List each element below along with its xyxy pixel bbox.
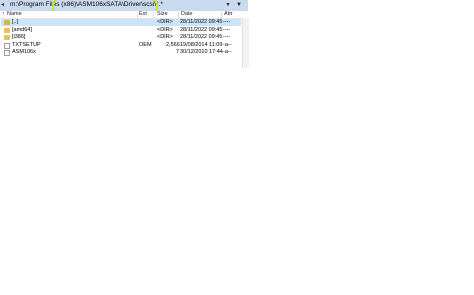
file-date: 30/12/2010 17:44 bbox=[180, 49, 223, 55]
file-attr: ---- bbox=[223, 27, 231, 33]
column-size[interactable]: Size bbox=[157, 11, 168, 18]
column-separator[interactable] bbox=[153, 12, 154, 18]
column-separator[interactable] bbox=[178, 12, 179, 18]
file-panel: ◂ m:\Program Files (x86)\ASM106xSATA\Dri… bbox=[0, 0, 249, 68]
arrow-left-icon: ◂ bbox=[1, 2, 5, 8]
file-name: TXTSETUP bbox=[12, 42, 41, 48]
file-row[interactable]: TXTSETUP OEM 2,566 19/08/2014 11:09 -a-- bbox=[1, 42, 241, 49]
column-name[interactable]: Name bbox=[7, 11, 22, 18]
file-attr: ---- bbox=[223, 34, 231, 40]
file-row[interactable]: ASM106x 7 30/12/2010 17:44 -a-- bbox=[1, 49, 241, 56]
column-date[interactable]: Date bbox=[181, 11, 193, 18]
file-size: 2,566 bbox=[166, 42, 180, 48]
file-row[interactable]: [amd64] <DIR> 28/11/2022 09:45 ---- bbox=[1, 27, 241, 34]
file-date: 28/11/2022 09:45 bbox=[180, 34, 223, 40]
column-separator[interactable] bbox=[221, 12, 222, 18]
sort-indicator-icon: ↑ bbox=[2, 11, 5, 17]
column-header: ↑ Name Ext Size Date Attr bbox=[0, 11, 248, 19]
path-bar[interactable]: ◂ m:\Program Files (x86)\ASM106xSATA\Dri… bbox=[0, 0, 248, 15]
column-ext[interactable]: Ext bbox=[139, 11, 147, 18]
file-name: [..] bbox=[12, 19, 19, 25]
path-dropdown-button[interactable]: ▾ bbox=[223, 0, 233, 10]
column-attr[interactable]: Attr bbox=[224, 11, 233, 18]
file-attr: -a-- bbox=[223, 49, 232, 55]
file-date: 28/11/2022 09:45 bbox=[180, 19, 223, 25]
file-size: <DIR> bbox=[157, 19, 173, 25]
folder-icon bbox=[4, 28, 10, 33]
file-ext: OEM bbox=[139, 42, 152, 48]
file-attr: ---- bbox=[223, 19, 231, 25]
file-icon bbox=[4, 50, 10, 56]
column-separator[interactable] bbox=[137, 12, 138, 18]
vertical-scrollbar[interactable] bbox=[242, 18, 249, 68]
file-name: [i386] bbox=[12, 34, 26, 40]
file-attr: -a-- bbox=[223, 42, 232, 48]
path-history-button[interactable]: ▼ bbox=[234, 0, 244, 10]
file-size: 7 bbox=[176, 49, 180, 55]
folder-icon bbox=[4, 35, 10, 40]
file-row[interactable]: [..] <DIR> 28/11/2022 09:45 ---- bbox=[1, 19, 241, 26]
file-row[interactable]: [i386] <DIR> 28/11/2022 09:45 ---- bbox=[1, 34, 241, 41]
up-folder-icon bbox=[4, 20, 10, 25]
file-size: <DIR> bbox=[157, 34, 173, 40]
file-date: 28/11/2022 09:45 bbox=[180, 27, 223, 33]
file-name: ASM106x bbox=[12, 49, 36, 55]
file-date: 19/08/2014 11:09 bbox=[180, 42, 223, 48]
file-name: [amd64] bbox=[12, 27, 32, 33]
file-size: <DIR> bbox=[157, 27, 173, 33]
